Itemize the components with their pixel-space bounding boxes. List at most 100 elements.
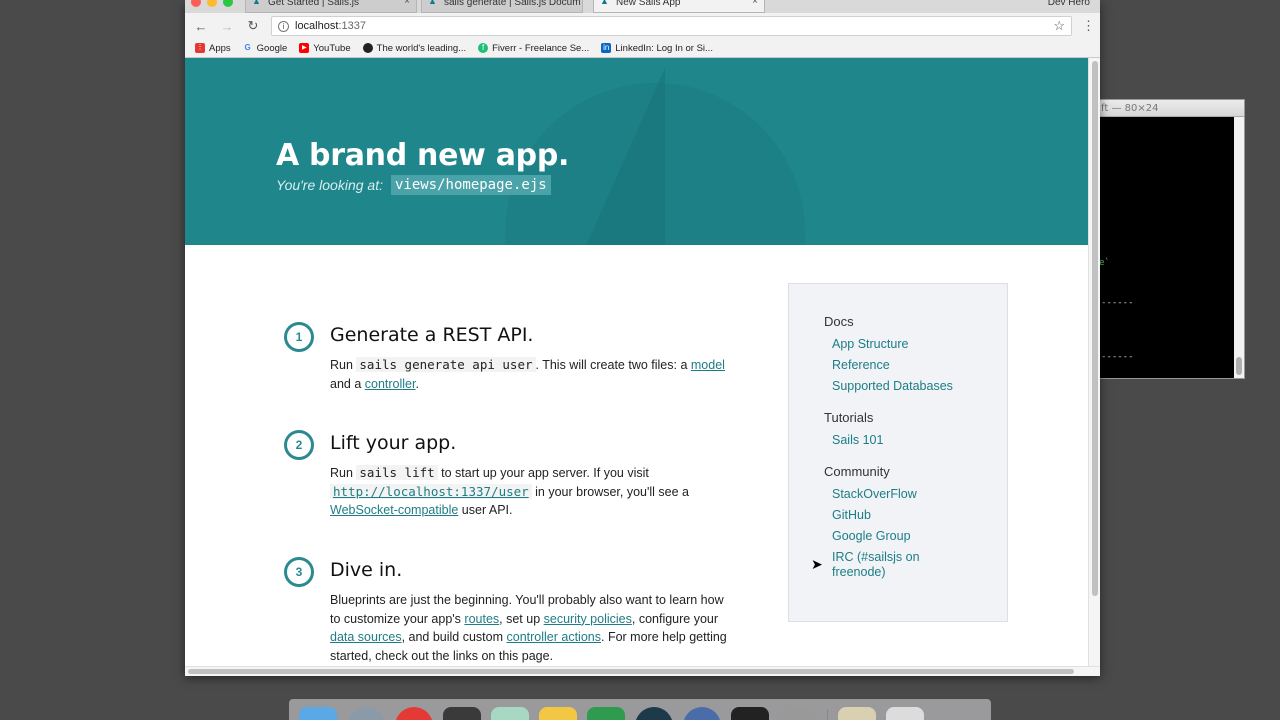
profile-name[interactable]: Dev Hero [1048, 0, 1090, 8]
scroll-thumb[interactable] [1092, 61, 1098, 596]
tab-sails-generate[interactable]: ▲ sails generate | Sails.js Docum [421, 0, 583, 13]
window-controls [191, 0, 233, 7]
step-number: 1 [284, 322, 314, 352]
back-arrow-icon[interactable]: ← [193, 19, 209, 34]
controller-link[interactable]: controller [365, 377, 416, 391]
sublime-icon[interactable] [443, 707, 481, 720]
terminal-window[interactable]: ft — 80×24 e` ------ ------ [1090, 99, 1245, 379]
launchpad-icon[interactable] [347, 707, 385, 720]
mongodb-icon[interactable] [587, 707, 625, 720]
forward-arrow-icon[interactable]: → [219, 19, 235, 34]
url-text[interactable]: localhost:1337 [295, 20, 1047, 32]
quicktime-icon[interactable] [683, 707, 721, 720]
step-title: Lift your app. [330, 432, 457, 454]
fiverr-icon: f [478, 43, 489, 53]
downloads-folder-icon[interactable] [838, 707, 876, 720]
menu-dots-icon[interactable]: ⋮ [1082, 18, 1095, 34]
dock-separator [827, 709, 828, 720]
docs-heading: Docs [824, 314, 854, 329]
step-number: 2 [284, 430, 314, 460]
terminal-line: ------ [1101, 352, 1134, 362]
hero-sub-label: You're looking at: [276, 177, 383, 193]
tab-label: New Sails App [616, 0, 681, 8]
horizontal-scrollbar[interactable] [185, 666, 1100, 676]
inline-code: sails generate api user [356, 357, 536, 372]
tab-strip: ▲ Get Started | Sails.js × ▲ sails gener… [185, 0, 1100, 13]
maximize-window-button[interactable] [223, 0, 233, 7]
sidebar-link-stackoverflow[interactable]: StackOverFlow [832, 487, 1007, 502]
vertical-scrollbar[interactable] [1088, 58, 1100, 666]
controller-actions-link[interactable]: controller actions [507, 630, 602, 644]
inline-code: sails lift [356, 465, 438, 480]
bookmark-apps[interactable]: ⋮ Apps [195, 43, 231, 54]
routes-link[interactable]: routes [464, 612, 499, 626]
apps-grid-icon: ⋮ [195, 43, 205, 53]
sails-favicon-icon: ▲ [428, 0, 437, 6]
step-body: Run sails lift to start up your app serv… [330, 465, 689, 517]
mouse-cursor-icon: ➤ [811, 556, 823, 572]
hero-subtitle: You're looking at: views/homepage.ejs [276, 175, 551, 195]
dock [289, 699, 991, 720]
google-icon: G [244, 43, 251, 52]
sails-favicon-icon: ▲ [600, 0, 609, 6]
chrome-icon[interactable] [395, 707, 433, 720]
trash-icon[interactable] [886, 707, 924, 720]
finder-icon[interactable] [299, 707, 337, 720]
bookmark-youtube[interactable]: ▶ YouTube [299, 43, 351, 54]
community-heading: Community [824, 464, 890, 479]
close-tab-icon[interactable]: × [404, 0, 410, 7]
step-number: 3 [284, 557, 314, 587]
reload-icon[interactable]: ↻ [245, 18, 261, 34]
youtube-icon: ▶ [299, 43, 310, 53]
scroll-thumb[interactable] [188, 669, 1074, 674]
hero-code: views/homepage.ejs [390, 175, 551, 195]
page-viewport: A brand new app. You're looking at: view… [185, 58, 1088, 666]
tab-get-started[interactable]: ▲ Get Started | Sails.js × [245, 0, 417, 13]
hero-title: A brand new app. [276, 138, 570, 173]
bookmark-linkedin[interactable]: in LinkedIn: Log In or Si... [601, 43, 713, 54]
close-window-button[interactable] [191, 0, 201, 7]
model-link[interactable]: model [691, 358, 725, 372]
sail-shape [585, 68, 665, 245]
sidebar-link-reference[interactable]: Reference [832, 358, 1007, 373]
localhost-user-link[interactable]: http://localhost:1337/user [330, 483, 532, 499]
hero-banner: A brand new app. You're looking at: view… [185, 58, 1088, 245]
tab-label: sails generate | Sails.js Docum [444, 0, 581, 8]
security-policies-link[interactable]: security policies [544, 612, 632, 626]
terminal-title: ft — 80×24 [1091, 100, 1244, 117]
bookmarks-bar: ⋮ Apps G Google ▶ YouTube The world's leadi… [185, 39, 1100, 58]
bookmark-google[interactable]: G Google [243, 43, 288, 54]
system-preferences-icon[interactable] [779, 707, 817, 720]
terminal-line: ------ [1101, 298, 1134, 308]
sidebar-link-sails-101[interactable]: Sails 101 [832, 433, 1007, 448]
bookmark-star-icon[interactable]: ☆ [1053, 18, 1065, 34]
sidebar-link-github[interactable]: GitHub [832, 508, 1007, 523]
tab-label: Get Started | Sails.js [268, 0, 359, 8]
minimize-window-button[interactable] [207, 0, 217, 7]
close-tab-icon[interactable]: × [752, 0, 758, 7]
gitkraken-icon[interactable] [635, 707, 673, 720]
step-body: Run sails generate api user. This will c… [330, 357, 725, 391]
bookmark-fiverr[interactable]: f Fiverr - Freelance Se... [478, 43, 589, 54]
data-sources-link[interactable]: data sources [330, 630, 402, 644]
linkedin-icon: in [601, 43, 612, 53]
websocket-link[interactable]: WebSocket-compatible [330, 503, 458, 517]
tutorials-heading: Tutorials [824, 410, 874, 425]
terminal-line: e` [1099, 258, 1110, 268]
sidebar-link-irc[interactable]: IRC (#sailsjs on freenode) [832, 550, 942, 580]
sidebar-link-supported-databases[interactable]: Supported Databases [832, 379, 1007, 394]
bookmark-github[interactable]: The world's leading... [362, 43, 466, 54]
step-title: Generate a REST API. [330, 324, 534, 346]
maps-icon[interactable] [491, 707, 529, 720]
github-icon [362, 43, 373, 53]
sketch-icon[interactable] [539, 707, 577, 720]
sidebar-link-google-group[interactable]: Google Group [832, 529, 1007, 544]
step-body: Blueprints are just the beginning. You'l… [330, 593, 727, 663]
browser-toolbar: ← → ↻ i localhost:1337 ☆ ⋮ [185, 13, 1100, 39]
terminal-scrollbar[interactable] [1234, 117, 1244, 378]
terminal-icon[interactable] [731, 707, 769, 720]
address-bar[interactable]: i localhost:1337 ☆ [271, 16, 1072, 36]
sidebar-link-app-structure[interactable]: App Structure [832, 337, 1007, 352]
info-icon[interactable]: i [278, 20, 289, 32]
tab-new-sails-app[interactable]: ▲ New Sails App × [593, 0, 765, 13]
